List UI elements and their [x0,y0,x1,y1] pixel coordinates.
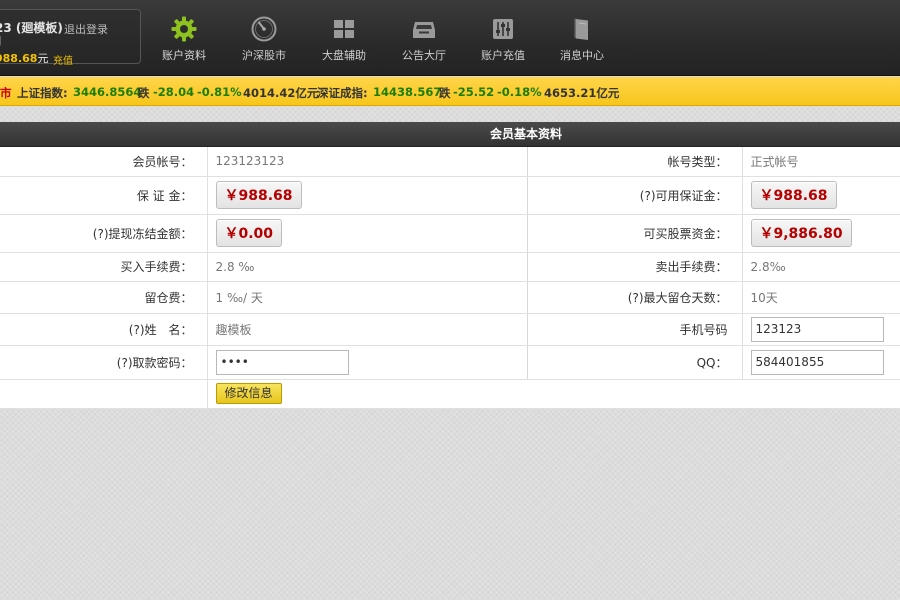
nav-label: 消息中心 [560,49,604,62]
nav-label: 公告大厅 [402,49,446,62]
empty-cell [527,379,742,409]
sz-index-percent: -0.18% [497,85,542,99]
hold-fee-label: 留仓费： [0,281,207,314]
table-row: 修改信息 [0,379,900,409]
modify-info-button[interactable]: 修改信息 [215,383,282,404]
balance: 988.68元 [0,50,48,66]
member-info-panel: 会员基本资料 会员帐号： 123123123 帐号类型： 正式帐号 保 证 金：… [0,122,900,409]
top-bar: 23 (廻模板) 退出登录 ] 988.68元 充值 账户资料 [0,0,900,76]
nav-recharge[interactable]: 账户充值 [463,12,543,68]
available-deposit-amount: ￥988.68 [750,181,837,209]
sz-index-change: -25.52 [453,85,495,99]
sh-index-value: 3446.8564 [73,85,142,99]
available-deposit-label: (?)可用保证金： [526,176,742,215]
name-label: (?)姓 名： [0,313,207,346]
sh-index-percent: -0.81% [197,85,242,99]
phone-label: 手机号码 [526,313,742,346]
sh-index-label: 上证指数: [17,86,68,100]
sh-index-change: -28.04 [153,85,195,99]
nav-label: 沪深股市 [242,49,286,62]
book-icon [574,18,588,40]
max-hold-days-label: (?)最大留仓天数： [526,281,742,314]
gauge-icon [251,16,277,42]
nav-label: 账户充值 [481,49,525,62]
account-value: 123123123 [206,147,527,177]
buy-fee-value: 2.8 ‰ [206,252,527,282]
nav-market-assist[interactable]: 大盘辅助 [304,12,384,68]
sz-index-label: 深证成指: [317,86,368,100]
logout-link[interactable]: 退出登录 [64,21,108,37]
grid-icon [334,20,354,38]
nav-label: 账户资料 [162,49,206,62]
market-tag: 市 [0,86,12,100]
sh-index-amount: 4014.42亿元 [243,86,319,100]
balance-unit: 元 [37,52,49,65]
buy-fee-label: 买入手续费： [0,252,207,282]
recharge-link[interactable]: 充值 [53,52,73,67]
nav-messages[interactable]: 消息中心 [542,12,622,68]
qq-input[interactable] [750,349,884,375]
table-row: 留仓费： 1 ‰/ 天 (?)最大留仓天数： 10天 [0,281,900,314]
hold-fee-value: 1 ‰/ 天 [206,281,527,314]
user-bracket: ] [0,34,1,47]
deposit-label: 保 证 金： [0,176,207,215]
stock-funds-label: 可买股票资金： [526,214,742,253]
table-row: (?)提现冻结金额： ￥0.00 可买股票资金： ￥9,886.80 [0,214,900,253]
nav-account-info[interactable]: 账户资料 [144,12,224,68]
table-row: 保 证 金： ￥988.68 (?)可用保证金： ￥988.68 [0,176,900,215]
deposit-amount: ￥988.68 [215,181,302,209]
user-name: 23 (廻模板) [0,21,63,35]
account-type-label: 帐号类型： [526,147,742,177]
balance-value: 988.68 [0,52,38,65]
name-value: 趣模板 [206,313,527,346]
withdraw-password-label: (?)取款密码： [0,345,207,380]
sh-index-direction: 跌 [138,86,150,100]
gear-icon [171,16,197,42]
withdraw-password-input[interactable] [215,349,349,375]
table-row: (?)取款密码： QQ： [0,345,900,380]
sell-fee-label: 卖出手续费： [526,252,742,282]
max-hold-days-value: 10天 [741,281,900,314]
nav-announcements[interactable]: 公告大厅 [384,12,464,68]
nav-stock-market[interactable]: 沪深股市 [224,12,304,68]
account-type-value: 正式帐号 [741,147,900,177]
empty-cell [742,379,900,409]
panel-title: 会员基本资料 [0,122,900,147]
phone-input[interactable] [750,316,884,342]
nav-label: 大盘辅助 [322,49,366,62]
frozen-amount-label: (?)提现冻结金额： [0,214,207,253]
market-ticker: 市 上证指数: 3446.8564 跌 -28.04 -0.81% 4014.4… [0,77,900,106]
table-row: (?)姓 名： 趣模板 手机号码 [0,313,900,346]
frozen-amount: ￥0.00 [215,219,283,247]
user-info-box: 23 (廻模板) 退出登录 ] 988.68元 充值 [0,9,141,67]
qq-label: QQ： [526,345,742,380]
sz-index-value: 14438.567 [373,85,442,99]
empty-cell [0,379,207,409]
member-info-table: 会员帐号： 123123123 帐号类型： 正式帐号 保 证 金： ￥988.6… [0,147,900,409]
sell-fee-value: 2.8‰ [741,252,900,282]
table-row: 买入手续费： 2.8 ‰ 卖出手续费： 2.8‰ [0,252,900,282]
sliders-icon [493,19,513,39]
stock-funds-amount: ￥9,886.80 [750,219,852,247]
table-row: 会员帐号： 123123123 帐号类型： 正式帐号 [0,147,900,177]
sz-index-amount: 4653.21亿元 [544,86,620,100]
inbox-icon [413,22,435,38]
sz-index-direction: 跌 [439,86,451,100]
account-label: 会员帐号： [0,147,207,177]
